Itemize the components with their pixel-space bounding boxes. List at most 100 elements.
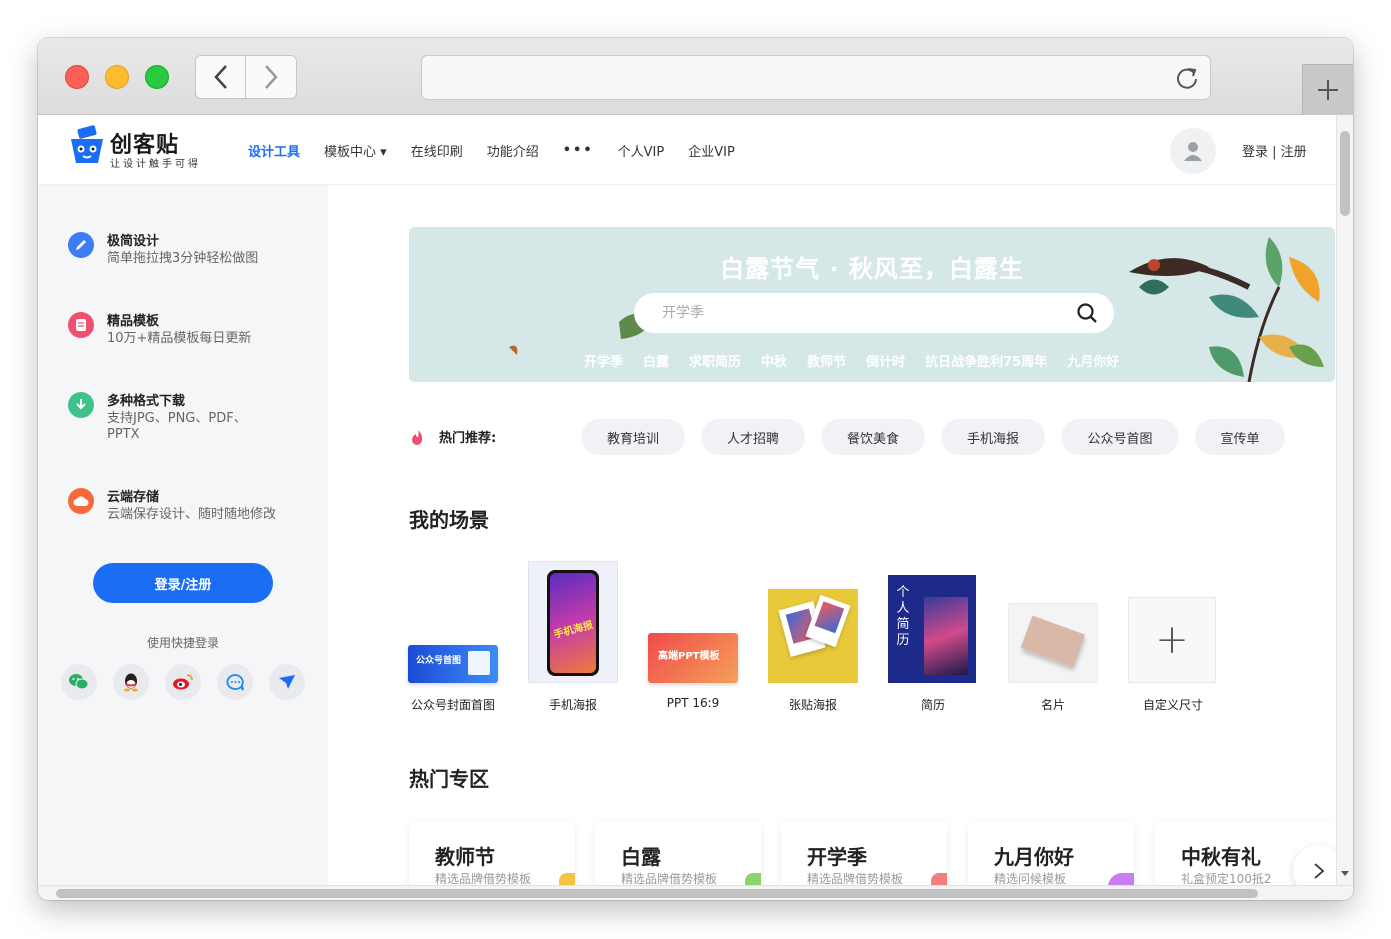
- hot-chip[interactable]: 手机海报: [941, 419, 1045, 455]
- template-icon: [68, 312, 94, 338]
- horizontal-scroll-thumb[interactable]: [56, 889, 1258, 898]
- banner-tag[interactable]: 抗日战争胜利75周年: [925, 351, 1047, 370]
- feature-title: 精品模板: [107, 314, 160, 329]
- scene-thumb: 个人简历: [888, 575, 976, 683]
- banner-tag[interactable]: 白露: [643, 351, 669, 370]
- nav-design-tools[interactable]: 设计工具: [248, 141, 300, 160]
- scene-thumb-text: 高端PPT模板: [658, 651, 720, 662]
- scene-thumb: +: [1128, 597, 1216, 683]
- chevron-right-icon: [1314, 863, 1325, 879]
- nav-personal-vip[interactable]: 个人VIP: [618, 141, 665, 160]
- close-window-button[interactable]: [65, 65, 89, 89]
- card-title: 白露: [621, 845, 661, 869]
- logo-subtitle: 让设计触手可得: [110, 159, 201, 170]
- qq-icon: [124, 673, 138, 692]
- vertical-scroll-thumb[interactable]: [1340, 131, 1350, 216]
- nav-template-center[interactable]: 模板中心 ▾: [324, 141, 387, 160]
- feature-title: 云端存储: [107, 490, 160, 505]
- hot-label-text: 热门推荐:: [439, 431, 497, 446]
- dingtalk-icon: [226, 674, 244, 691]
- page-viewport: 创客贴 让设计触手可得 设计工具 模板中心 ▾ 在线印刷 功能介绍 ••• 个人…: [38, 115, 1353, 900]
- sidebar: 极简设计 简单拖拉拽3分钟轻松做图 精品模板 10万+精品模板每日更新 多种格式…: [38, 185, 328, 900]
- scene-thumb: 高端PPT模板: [648, 633, 738, 683]
- vertical-scrollbar[interactable]: [1336, 115, 1353, 885]
- nav-more[interactable]: •••: [563, 143, 594, 158]
- banner-tag[interactable]: 中秋: [761, 351, 787, 370]
- thumb-illustration: [468, 651, 490, 675]
- dingtalk-login-button[interactable]: [217, 664, 253, 700]
- hot-zone-title: 热门专区: [409, 767, 489, 791]
- horizontal-scrollbar[interactable]: [38, 885, 1353, 900]
- user-icon: [1184, 142, 1202, 161]
- scene-label: 自定义尺寸: [1142, 698, 1203, 712]
- new-tab-button[interactable]: [1302, 64, 1353, 115]
- hot-recommend-label: 热门推荐:: [409, 427, 496, 446]
- card-title: 开学季: [807, 845, 867, 869]
- hot-chip[interactable]: 餐饮美食: [821, 419, 925, 455]
- feature-title: 极简设计: [107, 234, 160, 249]
- hot-chip[interactable]: 教育培训: [581, 419, 685, 455]
- site-logo[interactable]: 创客贴 让设计触手可得: [68, 125, 203, 173]
- banner-hot-tags: 开学季 白露 求职简历 中秋 教师节 倒计时 抗日战争胜利75周年 九月你好: [584, 351, 1139, 370]
- main-content: 白露节气 · 秋风至，白露生 开学季 白露 求职简历 中秋 教师节 倒计时 抗日…: [328, 185, 1345, 900]
- browser-window: 创客贴 让设计触手可得 设计工具 模板中心 ▾ 在线印刷 功能介绍 ••• 个人…: [38, 38, 1353, 900]
- quick-login-label: 使用快捷登录: [146, 636, 219, 650]
- scene-thumb-text: 个人简历: [896, 585, 910, 648]
- scene-thumb: 公众号首图: [408, 645, 498, 683]
- hot-chip[interactable]: 公众号首图: [1061, 419, 1179, 455]
- plus-icon: +: [1155, 617, 1189, 663]
- search-input[interactable]: [662, 293, 1062, 333]
- search-box: [634, 293, 1114, 333]
- banner-tag[interactable]: 求职简历: [689, 351, 741, 370]
- banner-tag[interactable]: 九月你好: [1067, 351, 1119, 370]
- avatar[interactable]: [1170, 128, 1216, 174]
- nav-online-print[interactable]: 在线印刷: [411, 141, 463, 160]
- hot-chip[interactable]: 宣传单: [1195, 419, 1285, 455]
- cloud-icon: [68, 488, 94, 514]
- scene-thumb: 手机海报: [528, 561, 618, 683]
- back-button[interactable]: [195, 55, 246, 99]
- scene-label: 张贴海报: [788, 698, 837, 712]
- nav-enterprise-vip[interactable]: 企业VIP: [688, 141, 735, 160]
- banner-tag[interactable]: 倒计时: [866, 351, 905, 370]
- feishu-icon: [279, 675, 295, 689]
- card-title: 九月你好: [994, 845, 1074, 869]
- download-icon: [68, 392, 94, 418]
- search-icon[interactable]: [1076, 302, 1098, 324]
- scroll-down-arrow-icon[interactable]: [1340, 870, 1350, 878]
- feature-desc: 简单拖拉拽3分钟轻松做图: [107, 251, 259, 266]
- scene-thumb-text: 手机海报: [552, 619, 595, 641]
- banner-title: 白露节气 · 秋风至，白露生: [720, 255, 1024, 283]
- chevron-right-icon: [265, 65, 278, 89]
- login-register-button[interactable]: 登录/注册: [93, 563, 273, 603]
- feishu-login-button[interactable]: [269, 664, 305, 700]
- maximize-window-button[interactable]: [145, 65, 169, 89]
- weibo-login-button[interactable]: [165, 664, 201, 700]
- hero-banner: 白露节气 · 秋风至，白露生 开学季 白露 求职简历 中秋 教师节 倒计时 抗日…: [409, 227, 1335, 382]
- scene-label: 公众号封面首图: [410, 698, 495, 712]
- feature-desc: 支持JPG、PNG、PDF、PPTX: [107, 411, 247, 442]
- scene-label: 简历: [920, 698, 945, 712]
- qq-login-button[interactable]: [113, 664, 149, 700]
- forward-button[interactable]: [246, 55, 297, 99]
- banner-tag[interactable]: 教师节: [807, 351, 846, 370]
- nav-features[interactable]: 功能介绍: [487, 141, 539, 160]
- feature-title: 多种格式下载: [107, 394, 186, 409]
- site-header: 创客贴 让设计触手可得 设计工具 模板中心 ▾ 在线印刷 功能介绍 ••• 个人…: [38, 115, 1336, 185]
- feature-desc: 10万+精品模板每日更新: [107, 331, 252, 346]
- card-title: 中秋有礼: [1181, 845, 1261, 869]
- minimize-window-button[interactable]: [105, 65, 129, 89]
- banner-tag[interactable]: 开学季: [584, 351, 623, 370]
- hot-chip[interactable]: 人才招聘: [701, 419, 805, 455]
- feature-desc: 云端保存设计、随时随地修改: [107, 507, 277, 522]
- wechat-icon: [69, 674, 89, 690]
- scenes-title: 我的场景: [409, 508, 489, 532]
- address-bar[interactable]: [421, 55, 1211, 100]
- reload-icon[interactable]: [1174, 65, 1200, 91]
- scene-label: 手机海报: [548, 698, 597, 712]
- flame-icon: [412, 429, 423, 445]
- pencil-icon: [68, 232, 94, 258]
- phone-mockup: 手机海报: [547, 570, 599, 676]
- login-register-link[interactable]: 登录 | 注册: [1242, 141, 1307, 160]
- wechat-login-button[interactable]: [61, 664, 97, 700]
